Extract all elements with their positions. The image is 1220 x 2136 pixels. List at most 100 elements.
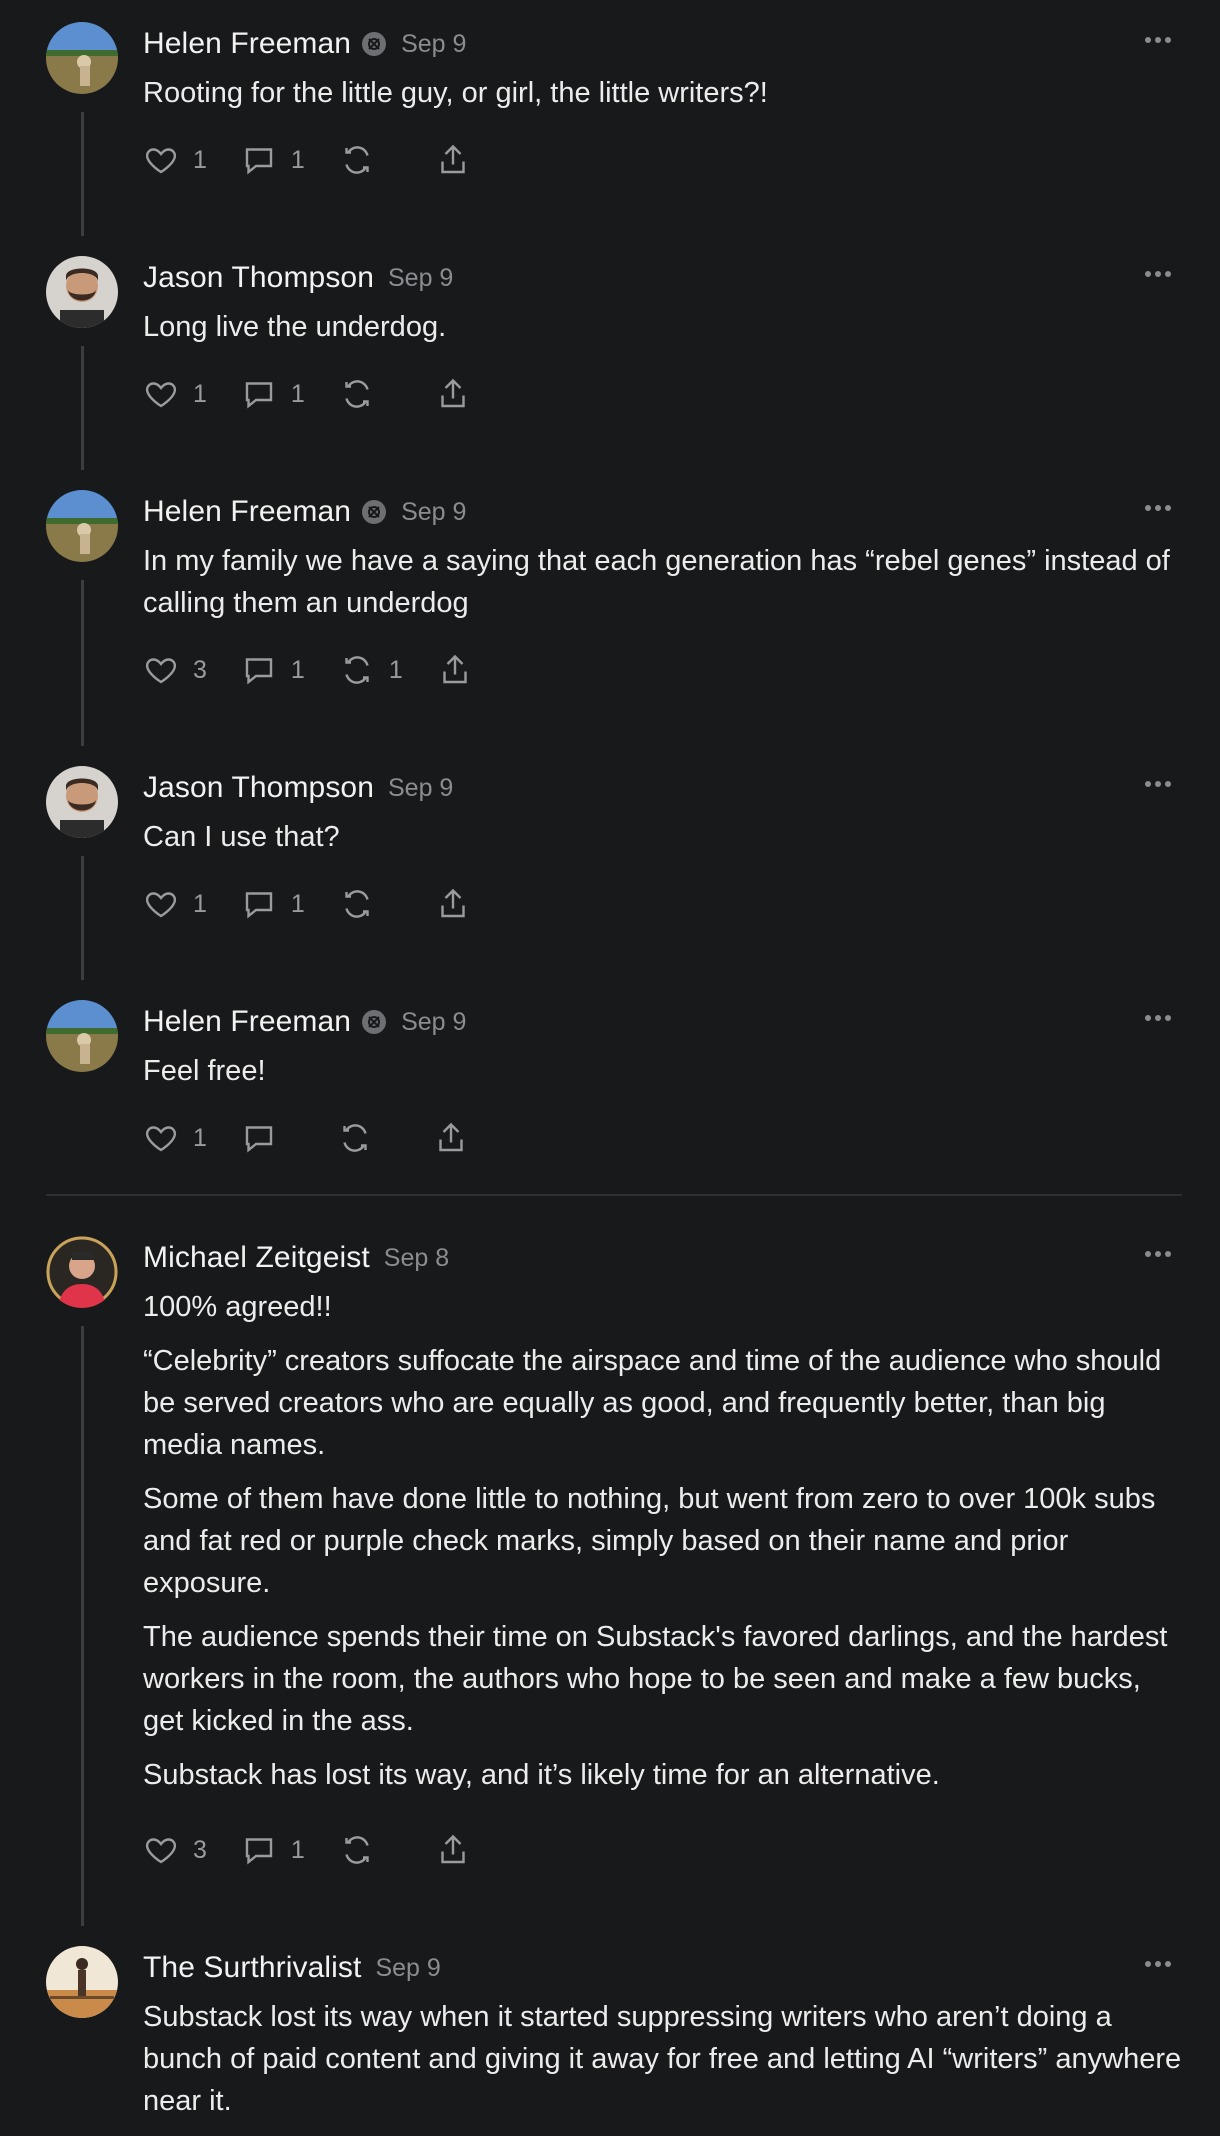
more-options-icon[interactable] — [1142, 1006, 1174, 1030]
thread-line — [81, 112, 84, 236]
heart-icon — [145, 382, 177, 408]
comment-date[interactable]: Sep 9 — [375, 1954, 440, 1983]
reply-button[interactable]: 1 — [241, 376, 305, 412]
reply-count: 1 — [290, 1835, 305, 1864]
heart-icon — [145, 892, 177, 918]
more-options-icon[interactable] — [1142, 1952, 1174, 1976]
share-button[interactable] — [435, 886, 471, 922]
share-button[interactable] — [437, 652, 473, 688]
comment-date[interactable]: Sep 9 — [401, 30, 466, 59]
share-button[interactable] — [435, 142, 471, 178]
restack-button[interactable] — [337, 1120, 399, 1156]
avatar-helen-freeman[interactable] — [46, 22, 118, 94]
like-button[interactable]: 1 — [143, 886, 207, 922]
thread-line — [81, 580, 84, 746]
comment-date[interactable]: Sep 9 — [388, 264, 453, 293]
avatar-the-surthrivalist[interactable] — [46, 1946, 118, 2018]
more-options-icon[interactable] — [1142, 496, 1174, 520]
avatar-jason-thompson[interactable] — [46, 256, 118, 328]
avatar-jason-thompson[interactable] — [46, 766, 118, 838]
restack-count: 1 — [388, 655, 403, 684]
share-button[interactable] — [435, 376, 471, 412]
more-options-icon[interactable] — [1142, 1242, 1174, 1266]
restack-button[interactable] — [339, 886, 401, 922]
share-icon — [443, 654, 467, 684]
comment-body: In my family we have a saying that each … — [143, 540, 1183, 636]
author-name[interactable]: Helen Freeman — [143, 495, 351, 529]
author-name[interactable]: Jason Thompson — [143, 771, 374, 805]
reply-button[interactable]: 1 — [241, 886, 305, 922]
verified-badge-icon — [362, 32, 387, 56]
restack-button[interactable] — [339, 376, 401, 412]
restack-icon — [343, 1124, 367, 1152]
share-icon — [441, 1834, 465, 1864]
like-count: 1 — [193, 1123, 207, 1152]
heart-icon — [145, 148, 177, 174]
author-name[interactable]: Jason Thompson — [143, 261, 374, 295]
reply-button[interactable]: 1 — [241, 652, 305, 688]
author-name[interactable]: Helen Freeman — [143, 27, 351, 61]
comment-text: Substack lost its way when it started su… — [143, 2001, 1182, 2117]
comment-date[interactable]: Sep 9 — [401, 498, 466, 527]
comment-bubble-icon — [245, 658, 273, 685]
share-icon — [441, 888, 465, 918]
comment-bubble-icon — [245, 892, 273, 919]
avatar-helen-freeman[interactable] — [46, 490, 118, 562]
comment-date[interactable]: Sep 9 — [388, 774, 453, 803]
thread-line — [81, 346, 84, 470]
restack-icon — [345, 380, 369, 408]
avatar-helen-freeman[interactable] — [46, 1000, 118, 1072]
restack-button[interactable]: 1 — [339, 652, 403, 688]
comment-body: Substack lost its way when it started su… — [143, 1996, 1183, 2134]
thread-line — [81, 1326, 84, 1926]
share-icon — [441, 144, 465, 174]
like-count: 3 — [193, 1835, 207, 1864]
restack-button[interactable] — [339, 142, 401, 178]
more-options-icon[interactable] — [1142, 28, 1174, 52]
like-button[interactable]: 1 — [143, 376, 207, 412]
like-button[interactable]: 3 — [143, 652, 207, 688]
like-count: 1 — [193, 379, 207, 408]
like-count: 3 — [193, 655, 207, 684]
comment-text: Feel free! — [143, 1055, 266, 1087]
thread-line — [81, 856, 84, 980]
comment-paragraph: The audience spends their time on Substa… — [143, 1621, 1168, 1737]
reply-button[interactable]: 1 — [241, 142, 305, 178]
reply-count: 1 — [290, 379, 305, 408]
reply-count: 1 — [290, 655, 305, 684]
author-name[interactable]: Michael Zeitgeist — [143, 1241, 370, 1275]
more-options-icon[interactable] — [1142, 772, 1174, 796]
like-button[interactable]: 3 — [143, 1832, 207, 1868]
comment-bubble-icon — [245, 1126, 273, 1153]
comment-body: Feel free! — [143, 1050, 1183, 1104]
share-button[interactable] — [433, 1120, 469, 1156]
more-options-icon[interactable] — [1142, 262, 1174, 286]
reply-button[interactable]: 1 — [241, 1832, 305, 1868]
like-count: 1 — [193, 145, 207, 174]
heart-icon — [145, 1838, 177, 1864]
verified-badge-icon — [362, 500, 387, 524]
avatar-michael-zeitgeist[interactable] — [46, 1236, 118, 1308]
reply-button[interactable] — [241, 1120, 303, 1156]
share-icon — [439, 1122, 463, 1152]
comment-paragraph: Some of them have done little to nothing… — [143, 1483, 1156, 1599]
comment-date[interactable]: Sep 9 — [401, 1008, 466, 1037]
comment-text: Rooting for the little guy, or girl, the… — [143, 77, 768, 109]
like-button[interactable]: 1 — [143, 1120, 207, 1156]
like-button[interactable]: 1 — [143, 142, 207, 178]
comment-bubble-icon — [245, 382, 273, 409]
comment-date[interactable]: Sep 8 — [384, 1244, 449, 1273]
restack-icon — [345, 1836, 369, 1864]
comment-body: Rooting for the little guy, or girl, the… — [143, 72, 1183, 126]
verified-badge-icon — [362, 1010, 387, 1034]
reply-count: 1 — [290, 889, 305, 918]
heart-icon — [145, 658, 177, 684]
comment-body: Long live the underdog. — [143, 306, 1183, 360]
restack-button[interactable] — [339, 1832, 401, 1868]
author-name[interactable]: The Surthrivalist — [143, 1951, 361, 1985]
comment-paragraph: “Celebrity” creators suffocate the airsp… — [143, 1345, 1162, 1461]
share-button[interactable] — [435, 1832, 471, 1868]
author-name[interactable]: Helen Freeman — [143, 1005, 351, 1039]
comment-text: In my family we have a saying that each … — [143, 545, 1170, 619]
comment-bubble-icon — [245, 1838, 273, 1865]
